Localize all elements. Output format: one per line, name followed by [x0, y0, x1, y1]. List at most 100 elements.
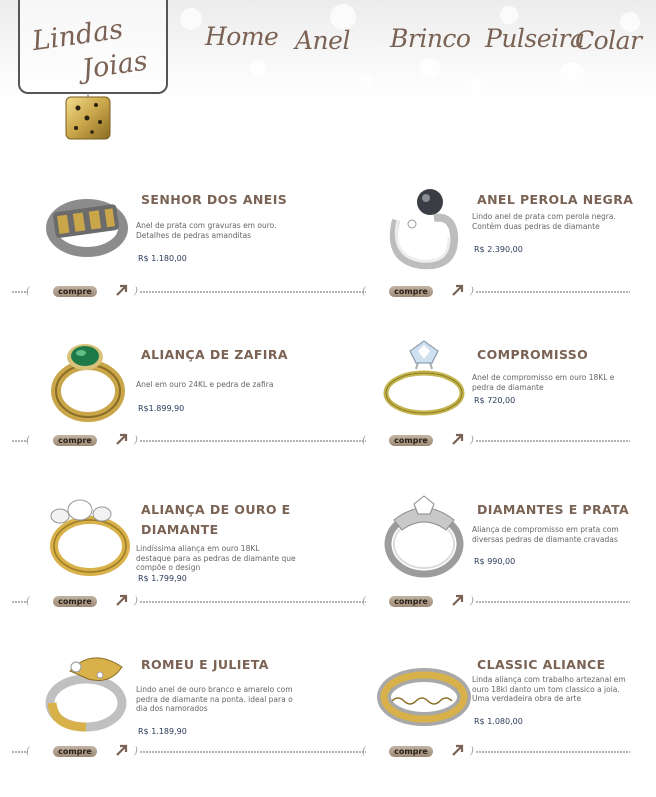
product-description: Anel de compromisso em ouro 18KL e pedra… — [472, 373, 615, 392]
ring-black-pearl-image[interactable] — [376, 180, 471, 275]
ring-classic-band-image[interactable] — [376, 645, 471, 740]
divider-ornament: ) — [134, 746, 138, 757]
divider-ornament: ( — [26, 596, 30, 607]
product-card: ALIANÇA DE ZAFIRA Anel em ouro 24KL e pe… — [12, 335, 366, 460]
divider-ornament: ( — [362, 435, 366, 446]
buy-button[interactable]: compre — [53, 435, 97, 446]
product-action-bar: ( compre ) — [12, 284, 366, 298]
arrow-up-right-icon[interactable] — [450, 282, 466, 298]
product-price: R$ 1.799,90 — [138, 574, 187, 583]
product-action-bar: ( compre ) — [12, 433, 366, 447]
ring-silver-diamonds-image[interactable] — [376, 490, 471, 585]
divider-ornament: ) — [470, 286, 474, 297]
product-price: R$1.899,90 — [138, 404, 185, 413]
nav-colar-link[interactable]: Colar — [575, 26, 642, 55]
divider-ornament: ( — [362, 286, 366, 297]
ring-romeo-juliet-image[interactable] — [40, 645, 135, 740]
dotted-divider — [140, 291, 366, 293]
buy-button[interactable]: compre — [389, 435, 433, 446]
arrow-up-right-icon[interactable] — [450, 592, 466, 608]
product-price: R$ 990,00 — [474, 557, 516, 566]
product-description: Aliança de compromisso em prata com dive… — [472, 525, 619, 544]
product-description: Anel de prata com gravuras em ouro. Deta… — [136, 221, 277, 240]
product-name: ALIANÇA DE OURO E DIAMANTE — [141, 502, 291, 537]
buy-button[interactable]: compre — [389, 746, 433, 757]
product-action-bar: ( compre ) — [362, 284, 656, 298]
divider-ornament: ( — [26, 435, 30, 446]
product-name: DIAMANTES E PRATA — [477, 502, 630, 517]
nav-brinco-link[interactable]: Brinco — [390, 24, 471, 53]
arrow-up-right-icon[interactable] — [114, 431, 130, 447]
product-description: Anel em ouro 24KL e pedra de zafira — [136, 380, 274, 389]
divider-ornament: ( — [362, 746, 366, 757]
arrow-up-right-icon[interactable] — [450, 431, 466, 447]
product-action-bar: ( compre ) — [362, 594, 656, 608]
product-action-bar: ( compre ) — [362, 433, 656, 447]
product-price: R$ 1.080,00 — [474, 717, 523, 726]
product-description: Lindíssima aliança em ouro 18KL destaque… — [136, 544, 296, 572]
product-name: CLASSIC ALIANCE — [477, 657, 606, 672]
ring-emerald-gold-image[interactable] — [40, 335, 135, 430]
divider-ornament: ) — [470, 435, 474, 446]
bokeh-decoration — [560, 62, 584, 86]
arrow-up-right-icon[interactable] — [114, 742, 130, 758]
product-name: ANEL PEROLA NEGRA — [477, 192, 634, 207]
divider-ornament: ) — [134, 596, 138, 607]
dotted-divider — [476, 291, 630, 293]
product-price: R$ 1.189,90 — [138, 727, 187, 736]
product-action-bar: ( compre ) — [12, 594, 366, 608]
product-action-bar: ( compre ) — [362, 744, 656, 758]
dotted-divider — [476, 440, 630, 442]
nav-home-link[interactable]: Home — [205, 22, 279, 51]
product-description: Lindo anel de prata com perola negra. Co… — [472, 212, 616, 231]
gold-pendant-logo-icon — [65, 92, 111, 140]
buy-button[interactable]: compre — [53, 746, 97, 757]
divider-ornament: ) — [134, 286, 138, 297]
buy-button[interactable]: compre — [389, 596, 433, 607]
ring-solitaire-diamond-image[interactable] — [376, 335, 471, 430]
arrow-up-right-icon[interactable] — [450, 742, 466, 758]
product-card: SENHOR DOS ANEIS Anel de prata com gravu… — [12, 180, 366, 305]
product-card: ANEL PEROLA NEGRA Lindo anel de prata co… — [362, 180, 656, 305]
product-card: ALIANÇA DE OURO E DIAMANTE Lindíssima al… — [12, 490, 366, 615]
buy-button[interactable]: compre — [53, 286, 97, 297]
divider-ornament: ( — [26, 746, 30, 757]
product-card: COMPROMISSO Anel de compromisso em ouro … — [362, 335, 656, 460]
arrow-up-right-icon[interactable] — [114, 592, 130, 608]
dotted-divider — [476, 601, 630, 603]
product-action-bar: ( compre ) — [12, 744, 366, 758]
divider-ornament: ( — [362, 596, 366, 607]
bokeh-decoration — [250, 60, 266, 76]
product-price: R$ 1.180,00 — [138, 254, 187, 263]
product-card: ROMEU E JULIETA Lindo anel de ouro branc… — [12, 645, 366, 770]
nav-pulseira-link[interactable]: Pulseira — [485, 24, 585, 53]
dotted-divider — [140, 440, 366, 442]
product-name: SENHOR DOS ANEIS — [141, 192, 288, 207]
product-card: DIAMANTES E PRATA Aliança de compromisso… — [362, 490, 656, 615]
dotted-divider — [140, 601, 366, 603]
product-name: COMPROMISSO — [477, 347, 589, 362]
divider-ornament: ) — [470, 596, 474, 607]
divider-ornament: ( — [26, 286, 30, 297]
ring-engraved-silver-gold-image[interactable] — [40, 180, 135, 275]
ring-gold-three-diamonds-image[interactable] — [40, 490, 135, 585]
buy-button[interactable]: compre — [53, 596, 97, 607]
product-price: R$ 720,00 — [474, 396, 516, 405]
arrow-up-right-icon[interactable] — [114, 282, 130, 298]
bokeh-decoration — [180, 8, 202, 30]
nav-anel-link[interactable]: Anel — [295, 26, 350, 55]
dotted-divider — [476, 751, 630, 753]
bokeh-decoration — [360, 74, 374, 88]
product-price: R$ 2.390,00 — [474, 245, 523, 254]
product-name: ALIANÇA DE ZAFIRA — [141, 347, 288, 362]
divider-ornament: ) — [134, 435, 138, 446]
product-description: Lindo anel de ouro branco e amarelo com … — [136, 685, 293, 713]
dotted-divider — [140, 751, 366, 753]
buy-button[interactable]: compre — [389, 286, 433, 297]
divider-ornament: ) — [470, 746, 474, 757]
product-name: ROMEU E JULIETA — [141, 657, 269, 672]
bokeh-decoration — [470, 78, 482, 90]
main-nav: Home Anel Brinco Pulseira Colar — [205, 22, 645, 62]
product-description: Linda aliança com trabalho artezanal em … — [472, 675, 626, 703]
product-card: CLASSIC ALIANCE Linda aliança com trabal… — [362, 645, 656, 770]
